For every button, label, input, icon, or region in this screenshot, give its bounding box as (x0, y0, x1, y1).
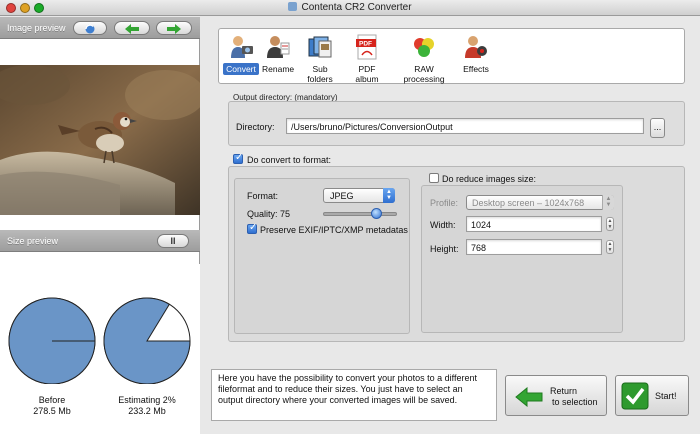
return-label-line2: to selection (552, 397, 598, 407)
checkmark-icon (621, 382, 649, 410)
after-caption: Estimating 2% 233.2 Mb (102, 395, 192, 417)
previous-image-button[interactable] (114, 21, 150, 35)
quality-slider-knob[interactable] (371, 208, 383, 219)
person-document-icon (264, 34, 290, 60)
browse-button[interactable]: ... (650, 118, 665, 138)
format-label: Format: (247, 191, 279, 201)
quality-slider-track[interactable] (323, 208, 397, 219)
height-stepper[interactable]: ▲ ▼ (606, 240, 614, 254)
size-preview-header: Size preview II (0, 230, 200, 252)
return-label-line1: Return (550, 386, 578, 396)
pause-icon: II (170, 236, 176, 246)
tool-pdf-album-label: PDF album (355, 64, 379, 84)
after-value: 233.2 Mb (128, 406, 166, 416)
directory-label: Directory: (236, 122, 275, 132)
profile-label: Profile: (430, 198, 459, 208)
pause-button[interactable]: II (157, 234, 189, 248)
title-bar: Contenta CR2 Converter (0, 0, 700, 16)
quality-label: Quality: 75 (247, 209, 291, 219)
width-label: Width: (430, 220, 456, 230)
reduce-group: Profile: Desktop screen – 1024x768 ▲ ▼ Wi… (421, 185, 623, 333)
arrow-right-icon (167, 24, 181, 34)
profile-value: Desktop screen – 1024x768 (472, 198, 585, 208)
start-label: Start! (655, 391, 677, 401)
image-preview-label: Image preview (7, 23, 66, 33)
colored-spheres-icon (411, 34, 437, 60)
person-effects-icon (463, 34, 489, 60)
before-value: 278.5 Mb (33, 406, 71, 416)
help-description: Here you have the possibility to convert… (211, 369, 497, 421)
reduce-checkbox-label: Do reduce images size: (442, 174, 537, 184)
tool-sub-folders-label: Sub folders (307, 64, 333, 84)
tool-rename-label: Rename (262, 64, 295, 74)
before-size-pie (8, 297, 96, 384)
size-preview-label: Size preview (7, 236, 59, 246)
preserve-metadata-label: Preserve EXIF/IPTC/XMP metadatas (260, 225, 408, 235)
tool-pdf-album[interactable]: PDF PDF album (344, 34, 390, 85)
directory-field[interactable]: /Users/bruno/Pictures/ConversionOutput (286, 118, 644, 134)
tool-selector: Convert Rename Sub folders PDF PDF album… (218, 28, 685, 84)
person-camera-icon (228, 34, 254, 60)
chevron-updown-icon: ▲ ▼ (602, 195, 614, 210)
refresh-icon (85, 24, 95, 34)
start-button[interactable]: Start! (615, 375, 689, 416)
pdf-icon: PDF (354, 34, 380, 60)
tool-effects-label: Effects (463, 64, 489, 74)
return-to-selection-button[interactable]: Return to selection (505, 375, 607, 416)
tool-convert-label: Convert (223, 63, 259, 75)
app-icon (288, 2, 298, 11)
convert-checkbox[interactable] (233, 152, 243, 164)
tool-sub-folders[interactable]: Sub folders (297, 34, 343, 85)
format-select[interactable]: JPEG ▲ ▼ (323, 188, 395, 203)
format-value: JPEG (330, 191, 354, 201)
reduce-checkbox[interactable] (429, 173, 439, 183)
height-label: Height: (430, 244, 459, 254)
refresh-button[interactable] (73, 21, 107, 35)
arrow-left-icon (515, 387, 543, 407)
convert-checkbox-label: Do convert to format: (247, 155, 332, 165)
size-preview: Before 278.5 Mb Estimating 2% 233.2 Mb (0, 264, 200, 434)
size-pies (8, 297, 191, 384)
bird-photo (0, 65, 200, 215)
image-preview-header: Image preview (0, 17, 200, 39)
tool-rename[interactable]: Rename (259, 34, 295, 75)
chevron-updown-icon: ▲ ▼ (383, 188, 395, 203)
estimated-size-pie (103, 297, 191, 384)
before-caption: Before 278.5 Mb (7, 395, 97, 417)
height-field[interactable]: 768 (466, 239, 602, 255)
app-window: Contenta CR2 Converter Image preview Siz… (0, 0, 700, 434)
left-pane: Image preview Size preview II Before 278… (0, 17, 200, 434)
next-image-button[interactable] (156, 21, 192, 35)
tool-raw-processing[interactable]: RAW processing (391, 34, 457, 85)
width-stepper[interactable]: ▲ ▼ (606, 217, 614, 231)
window-title: Contenta CR2 Converter (0, 2, 700, 13)
preserve-metadata-checkbox[interactable] (247, 222, 257, 234)
image-preview (0, 65, 200, 215)
arrow-left-icon (125, 24, 139, 34)
folders-icon (307, 34, 333, 60)
format-group: Format: JPEG ▲▼ Quality: 75 Preserve EXI… (234, 178, 410, 334)
svg-text:PDF: PDF (359, 41, 372, 48)
before-label: Before (38, 395, 66, 405)
output-directory-group: Directory: /Users/bruno/Pictures/Convers… (228, 101, 685, 146)
after-label: Estimating 2% (118, 395, 176, 405)
tool-raw-processing-label: RAW processing (403, 64, 445, 84)
profile-select[interactable]: Desktop screen – 1024x768 ▲ ▼ (466, 195, 614, 210)
width-field[interactable]: 1024 (466, 216, 602, 232)
tool-convert[interactable]: Convert (223, 34, 259, 75)
tool-effects[interactable]: Effects (458, 34, 494, 75)
window-title-text: Contenta CR2 Converter (301, 2, 412, 13)
